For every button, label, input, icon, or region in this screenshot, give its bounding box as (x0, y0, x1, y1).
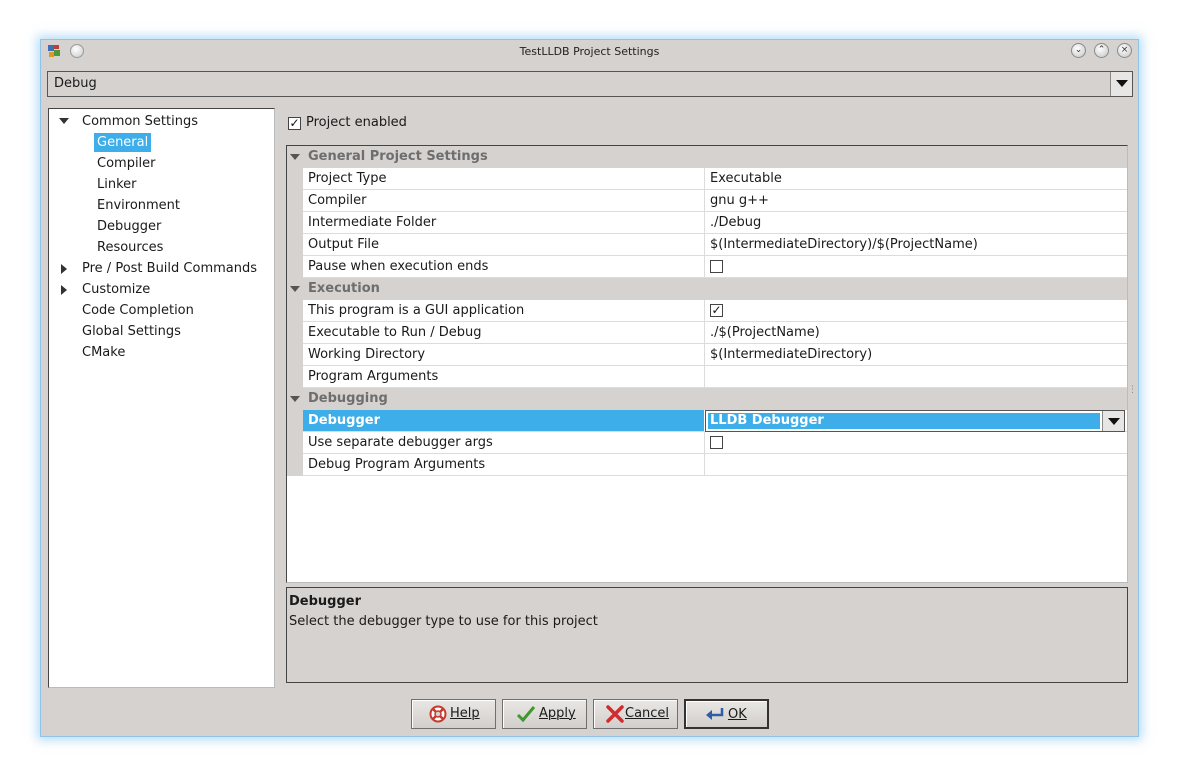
property-name: Debugger (308, 413, 381, 428)
expand-customize-icon[interactable] (61, 285, 67, 295)
property-name: Output File (308, 237, 380, 252)
window-title: TestLLDB Project Settings (519, 45, 660, 58)
cancel-x-icon (606, 705, 624, 723)
tree-item-global-settings[interactable]: Global Settings (82, 322, 181, 341)
settings-window: TestLLDB Project Settings ⌄ ⌃ × Debug Co… (40, 39, 1139, 737)
property-grid[interactable]: General Project Settings Project Type Ex… (286, 145, 1128, 583)
expand-common-settings-icon[interactable] (59, 118, 69, 124)
settings-tree[interactable]: Common Settings General Compiler Linker … (48, 108, 275, 688)
tree-item-compiler[interactable]: Compiler (97, 154, 156, 173)
configuration-value: Debug (54, 76, 97, 91)
help-button[interactable]: Help (411, 699, 496, 729)
property-compiler[interactable]: Compiler gnu g++ (303, 190, 1127, 212)
category-general-title: General Project Settings (308, 149, 488, 164)
property-name: Program Arguments (308, 369, 439, 384)
tree-item-cmake[interactable]: CMake (82, 343, 125, 362)
expand-pre-post-build-icon[interactable] (61, 264, 67, 274)
property-separate-debugger-args[interactable]: Use separate debugger args (303, 432, 1127, 454)
maximize-icon[interactable]: ⌃ (1094, 43, 1109, 58)
collapse-general-icon[interactable] (290, 154, 300, 160)
close-icon[interactable]: × (1117, 43, 1132, 58)
property-debug-program-arguments[interactable]: Debug Program Arguments (303, 454, 1127, 476)
cancel-button-label: Cancel (625, 706, 670, 721)
property-pause-when-execution-ends[interactable]: Pause when execution ends (303, 256, 1127, 278)
property-gui-application[interactable]: This program is a GUI application ✓ (303, 300, 1127, 322)
title-bar[interactable]: TestLLDB Project Settings ⌄ ⌃ × (41, 40, 1138, 64)
chevron-down-icon (1108, 418, 1120, 425)
category-general[interactable]: General Project Settings (287, 146, 1127, 168)
property-value[interactable]: $(IntermediateDirectory)/$(ProjectName) (710, 234, 978, 255)
ok-button-label: OK (728, 707, 747, 722)
property-name: Project Type (308, 171, 387, 186)
debugger-select[interactable]: LLDB Debugger (705, 410, 1125, 432)
debugger-select-value: LLDB Debugger (708, 413, 1100, 429)
tree-item-customize[interactable]: Customize (82, 280, 150, 299)
property-value[interactable]: ./$(ProjectName) (710, 322, 820, 343)
property-value[interactable]: gnu g++ (710, 190, 769, 211)
property-executable-to-run[interactable]: Executable to Run / Debug ./$(ProjectNam… (303, 322, 1127, 344)
ok-return-icon (706, 708, 724, 720)
chevron-down-icon (1116, 80, 1128, 87)
category-execution[interactable]: Execution (287, 278, 1127, 300)
property-name: Working Directory (308, 347, 426, 362)
property-debugger[interactable]: Debugger LLDB Debugger (303, 410, 1127, 432)
tree-item-common-settings[interactable]: Common Settings (82, 112, 198, 131)
lifebuoy-icon (429, 705, 447, 723)
grid-gutter (287, 146, 303, 476)
project-enabled-label: Project enabled (306, 115, 407, 130)
tree-item-code-completion[interactable]: Code Completion (82, 301, 194, 320)
configuration-dropdown-button[interactable] (1110, 72, 1132, 96)
debugger-dropdown-button[interactable] (1102, 411, 1124, 431)
property-name: Executable to Run / Debug (308, 325, 482, 340)
property-project-type[interactable]: Project Type Executable (303, 168, 1127, 190)
gui-application-checkbox[interactable]: ✓ (710, 304, 723, 317)
description-title: Debugger (289, 594, 362, 609)
configuration-select[interactable]: Debug (47, 71, 1133, 97)
checkmark-icon (516, 706, 536, 723)
tree-item-pre-post-build[interactable]: Pre / Post Build Commands (82, 259, 257, 278)
apply-button[interactable]: Apply (502, 699, 587, 729)
resize-handle-icon[interactable]: ⋮ (1128, 385, 1137, 395)
property-value[interactable]: Executable (710, 168, 782, 189)
property-name: Use separate debugger args (308, 435, 493, 450)
property-name: Debug Program Arguments (308, 457, 486, 472)
property-program-arguments[interactable]: Program Arguments (303, 366, 1127, 388)
property-value[interactable]: $(IntermediateDirectory) (710, 344, 872, 365)
tree-item-environment[interactable]: Environment (97, 196, 180, 215)
category-execution-title: Execution (308, 281, 380, 296)
category-debugging[interactable]: Debugging (287, 388, 1127, 410)
separate-debugger-args-checkbox[interactable] (710, 436, 723, 449)
tree-item-debugger[interactable]: Debugger (97, 217, 161, 236)
tree-item-general[interactable]: General (94, 133, 152, 152)
pause-when-execution-ends-checkbox[interactable] (710, 260, 723, 273)
property-output-file[interactable]: Output File $(IntermediateDirectory)/$(P… (303, 234, 1127, 256)
apply-button-label: Apply (539, 706, 576, 721)
collapse-debugging-icon[interactable] (290, 396, 300, 402)
category-debugging-title: Debugging (308, 391, 388, 406)
collapse-execution-icon[interactable] (290, 286, 300, 292)
property-value[interactable]: ./Debug (710, 212, 761, 233)
description-panel: Debugger Select the debugger type to use… (286, 587, 1128, 683)
ok-button[interactable]: OK (684, 699, 769, 729)
property-name: Compiler (308, 193, 367, 208)
property-name: This program is a GUI application (308, 303, 525, 318)
property-intermediate-folder[interactable]: Intermediate Folder ./Debug (303, 212, 1127, 234)
property-name: Intermediate Folder (308, 215, 437, 230)
cancel-button[interactable]: Cancel (593, 699, 678, 729)
tree-item-linker[interactable]: Linker (97, 175, 137, 194)
project-enabled-checkbox[interactable]: ✓ (288, 117, 301, 130)
property-working-directory[interactable]: Working Directory $(IntermediateDirector… (303, 344, 1127, 366)
tree-item-resources[interactable]: Resources (97, 238, 163, 257)
property-name: Pause when execution ends (308, 259, 489, 274)
minimize-icon[interactable]: ⌄ (1071, 43, 1086, 58)
help-button-label: Help (450, 706, 480, 721)
description-text: Select the debugger type to use for this… (289, 614, 598, 629)
